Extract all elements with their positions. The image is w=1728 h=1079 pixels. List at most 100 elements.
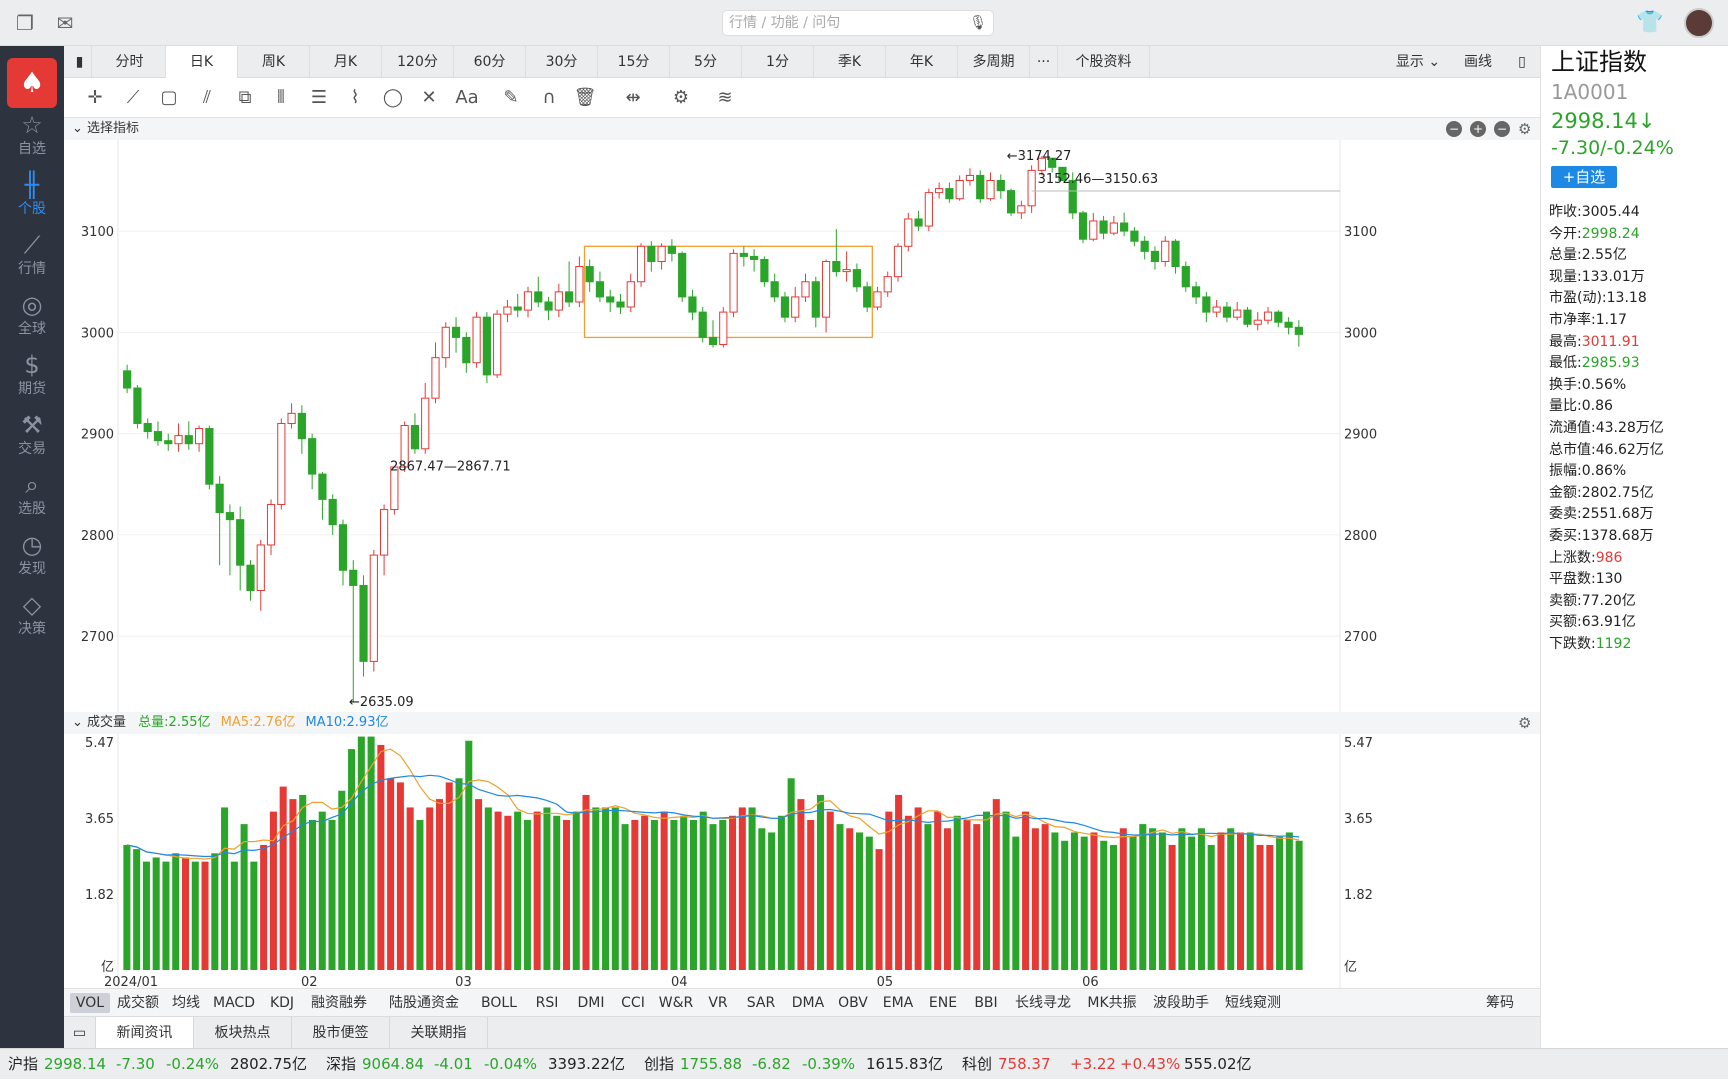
tab-6[interactable]: 30分	[526, 46, 598, 78]
move-cross-icon[interactable]: ✛	[82, 86, 108, 110]
volume-bar[interactable]	[250, 861, 258, 970]
candle[interactable]	[493, 310, 502, 378]
text-icon[interactable]: Aa	[454, 86, 480, 110]
volume-bar[interactable]	[670, 819, 678, 970]
volume-bar[interactable]	[240, 824, 248, 970]
volume-bar[interactable]	[553, 815, 561, 970]
volume-bar[interactable]	[269, 811, 277, 970]
volume-bar[interactable]	[582, 794, 590, 970]
volume-bar[interactable]	[426, 807, 434, 970]
volume-bar[interactable]	[455, 778, 463, 970]
channel-icon[interactable]: ⧉	[232, 86, 258, 110]
volume-bar[interactable]	[856, 832, 864, 970]
sidebar-item-全球[interactable]: ◎ 全球	[0, 290, 64, 350]
volume-bar[interactable]	[465, 740, 473, 970]
settings-icon[interactable]: ⚙	[668, 86, 694, 110]
volume-bar[interactable]	[1295, 840, 1303, 970]
indicator-tab-17[interactable]: ENE	[922, 993, 964, 1013]
indicator-tab-11[interactable]: W&R	[654, 993, 698, 1013]
volume-bar[interactable]	[494, 811, 502, 970]
volume-bar[interactable]	[1119, 828, 1127, 970]
tab-5[interactable]: 60分	[454, 46, 526, 78]
chips-button[interactable]: 筹码	[1480, 993, 1520, 1013]
volume-bar[interactable]	[758, 828, 766, 970]
volume-bar[interactable]	[680, 815, 688, 970]
indicator-tab-10[interactable]: CCI	[614, 993, 652, 1013]
volume-bar[interactable]	[953, 815, 961, 970]
news-tab-2[interactable]: 股市便签	[292, 1017, 390, 1049]
circle-icon[interactable]: ◯	[380, 86, 406, 110]
volume-bar[interactable]	[230, 861, 238, 970]
volume-bar[interactable]	[777, 815, 785, 970]
news-tab-0[interactable]: 新闻资讯	[96, 1017, 194, 1049]
volume-bar[interactable]	[1207, 844, 1215, 970]
volume-bar[interactable]	[1100, 840, 1108, 970]
volume-bar[interactable]	[699, 811, 707, 970]
volume-bar[interactable]	[123, 844, 131, 970]
volume-bar[interactable]	[611, 807, 619, 970]
candlestick-chart[interactable]: 2700 2700 2800 2800 2900 2900 3000 3000 3100 3100…	[64, 140, 1540, 712]
volume-bar[interactable]	[1246, 832, 1254, 970]
candle[interactable]	[976, 170, 985, 203]
search-input[interactable]: 行情 / 功能 / 问句 🎙	[722, 10, 994, 36]
tab-11[interactable]: 年K	[886, 46, 958, 78]
sidebar-item-交易[interactable]: ⚒ 交易	[0, 410, 64, 470]
news-tab-1[interactable]: 板块热点	[194, 1017, 292, 1049]
volume-bar[interactable]	[973, 824, 981, 970]
window-icon[interactable]: ❐	[12, 12, 38, 34]
cross-lines-icon[interactable]: ✕	[416, 86, 442, 110]
volume-bar[interactable]	[396, 782, 404, 970]
volume-bar[interactable]	[1109, 844, 1118, 970]
tab-4[interactable]: 120分	[382, 46, 454, 78]
draw-line-button[interactable]: 画线	[1456, 46, 1500, 78]
volume-bar[interactable]	[1276, 836, 1284, 970]
volume-bar[interactable]	[963, 819, 971, 970]
expand-icon[interactable]: ⇹	[620, 86, 646, 110]
volume-bar[interactable]	[1256, 844, 1264, 970]
indicator-tab-22[interactable]: 短线窥测	[1218, 993, 1288, 1013]
wave-icon[interactable]: ⌇	[342, 86, 368, 110]
volume-bar[interactable]	[641, 815, 649, 970]
volume-bar[interactable]	[807, 819, 815, 970]
display-dropdown[interactable]: 显示 ⌄	[1386, 46, 1450, 78]
eraser-icon[interactable]: ✎	[498, 86, 524, 110]
volume-bar[interactable]	[504, 815, 512, 970]
indicator-tab-4[interactable]: KDJ	[262, 993, 302, 1013]
candle[interactable]	[472, 312, 481, 368]
candle[interactable]	[893, 243, 903, 282]
volume-bar[interactable]	[602, 807, 610, 970]
news-tab-3[interactable]: 关联期指	[390, 1017, 488, 1049]
sidebar-item-个股[interactable]: ╫ 个股	[0, 170, 64, 230]
volume-bar[interactable]	[1178, 828, 1186, 970]
tab-2[interactable]: 周K	[238, 46, 310, 78]
volume-bar[interactable]	[260, 844, 268, 970]
volume-bar[interactable]	[904, 815, 912, 970]
tab-12[interactable]: 多周期	[958, 46, 1030, 78]
volume-bar[interactable]	[1022, 811, 1030, 970]
volume-bar[interactable]	[328, 819, 336, 970]
volume-bar[interactable]	[348, 749, 356, 970]
volume-bar[interactable]	[816, 794, 824, 970]
volume-bar[interactable]	[201, 861, 209, 970]
tab-10[interactable]: 季K	[814, 46, 886, 78]
indicator-tab-13[interactable]: SAR	[738, 993, 784, 1013]
tab-3[interactable]: 月K	[310, 46, 382, 78]
volume-bar[interactable]	[475, 799, 483, 970]
fib-icon[interactable]: ☰	[306, 86, 332, 110]
volume-bar[interactable]	[992, 799, 1000, 970]
volume-bar[interactable]	[533, 811, 541, 970]
volume-bar[interactable]	[1051, 832, 1059, 970]
volume-bar[interactable]	[846, 828, 854, 970]
volume-bar[interactable]	[1285, 832, 1293, 970]
tab-8[interactable]: 5分	[670, 46, 742, 78]
parallel-lines-icon[interactable]: ⫽	[194, 86, 220, 110]
volume-bar[interactable]	[1031, 828, 1039, 970]
candle[interactable]	[1243, 307, 1252, 328]
indicator-tab-3[interactable]: MACD	[208, 993, 260, 1013]
indicator-tab-0[interactable]: VOL	[70, 993, 110, 1013]
volume-settings-gear-icon[interactable]: ⚙	[1518, 712, 1531, 734]
theme-shirt-icon[interactable]: 👕	[1636, 10, 1666, 36]
volume-bar[interactable]	[1012, 836, 1020, 970]
candle[interactable]	[205, 425, 214, 490]
tab-13[interactable]: ···	[1030, 46, 1058, 78]
